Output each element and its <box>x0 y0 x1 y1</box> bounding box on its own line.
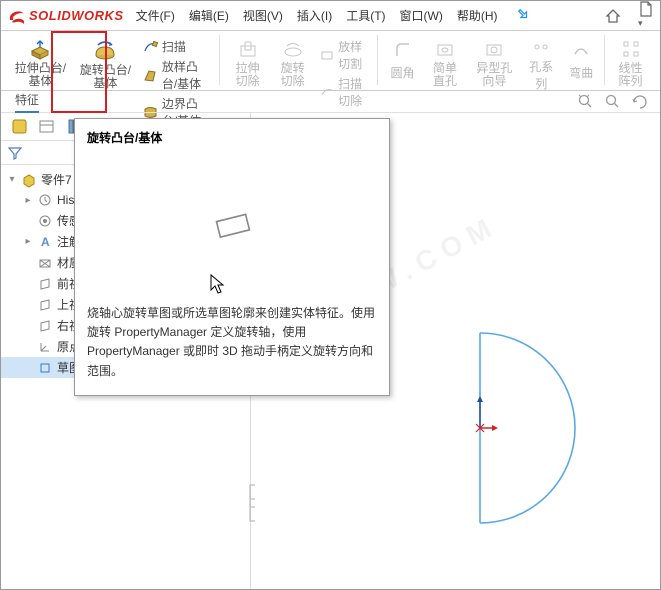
pattern-icon <box>618 37 644 61</box>
revolve-cut-button[interactable]: 旋转切除 <box>271 35 314 90</box>
menu-tools[interactable]: 工具(T) <box>346 7 385 24</box>
pan-icon[interactable] <box>577 93 594 110</box>
menu-help[interactable]: 帮助(H) <box>457 7 498 24</box>
document-icon[interactable]: ▾ <box>638 0 654 32</box>
title-bar: SOLIDWORKS 文件(F) 编辑(E) 视图(V) 插入(I) 工具(T)… <box>1 1 660 31</box>
zoom-icon[interactable] <box>604 93 621 110</box>
highlight-annotation <box>51 31 107 113</box>
sweep-icon <box>143 39 158 54</box>
revolve-cut-icon <box>280 37 306 61</box>
rotate-icon[interactable] <box>631 93 648 110</box>
tab-features[interactable]: 特征 <box>15 91 39 113</box>
svg-text:A: A <box>41 235 50 249</box>
tooltip-revolve: 旋转凸台/基体 烧轴心旋转草图或所选草图轮廓来创建实体特征。使用旋转 Prope… <box>74 118 390 396</box>
extrude-cut-button[interactable]: 拉伸切除 <box>226 35 269 90</box>
flex-button[interactable]: 弯曲 <box>562 35 600 90</box>
loft-cut-icon <box>320 48 334 63</box>
ds-logo-icon <box>7 6 27 26</box>
view-tools <box>577 93 648 110</box>
origin-icon <box>37 339 53 355</box>
plane-icon <box>37 276 53 292</box>
flex-icon <box>568 37 594 63</box>
tooltip-title: 旋转凸台/基体 <box>87 129 377 146</box>
plane-icon <box>37 297 53 313</box>
sketch-icon <box>37 360 53 376</box>
simple-hole-button[interactable]: 简单直孔 <box>424 35 467 90</box>
loft-button[interactable]: 放样凸台/基体 <box>139 57 214 93</box>
feature-tree-icon[interactable] <box>11 118 28 135</box>
extrude-cut-icon <box>235 37 261 61</box>
sensor-icon <box>37 213 53 229</box>
title-icons: ▾ <box>604 0 654 32</box>
sweep-button[interactable]: 扫描 <box>139 37 214 56</box>
part-icon <box>21 172 37 188</box>
property-manager-icon[interactable] <box>38 118 55 135</box>
sketch-geometry <box>450 313 630 543</box>
menu-view[interactable]: 视图(V) <box>243 7 283 24</box>
menu-insert[interactable]: 插入(I) <box>297 7 332 24</box>
plane-icon <box>37 318 53 334</box>
main-menu: 文件(F) 编辑(E) 视图(V) 插入(I) 工具(T) 窗口(W) 帮助(H… <box>136 7 604 24</box>
history-icon <box>37 192 53 208</box>
cursor-icon <box>209 273 227 295</box>
fillet-icon <box>390 37 416 63</box>
hole-wizard-button[interactable]: 异型孔向导 <box>469 35 521 90</box>
extrude-icon <box>27 37 53 61</box>
menu-edit[interactable]: 编辑(E) <box>189 7 229 24</box>
hole-wizard-icon <box>481 37 507 61</box>
material-icon <box>37 255 53 271</box>
filter-icon[interactable] <box>7 145 23 161</box>
linear-pattern-button[interactable]: 线性阵列 <box>609 35 652 90</box>
simple-hole-icon <box>432 37 458 61</box>
hole-series-icon <box>528 37 554 57</box>
tooltip-description: 烧轴心旋转草图或所选草图轮廓来创建实体特征。使用旋转 PropertyManag… <box>87 304 377 381</box>
hole-series-button[interactable]: 孔系列 <box>522 35 560 90</box>
menu-pin-icon[interactable] <box>516 7 530 24</box>
fillet-button[interactable]: 圆角 <box>384 35 422 90</box>
loft-icon <box>143 68 158 83</box>
menu-window[interactable]: 窗口(W) <box>400 7 443 24</box>
menu-file[interactable]: 文件(F) <box>136 7 175 24</box>
annotation-icon: A <box>37 234 53 250</box>
home-icon[interactable] <box>604 7 622 25</box>
rollback-bar-icon[interactable] <box>247 483 257 523</box>
loft-cut-button[interactable]: 放样切割 <box>316 37 371 73</box>
app-logo: SOLIDWORKS <box>7 6 124 26</box>
tooltip-preview <box>87 156 377 296</box>
app-name: SOLIDWORKS <box>29 8 124 23</box>
